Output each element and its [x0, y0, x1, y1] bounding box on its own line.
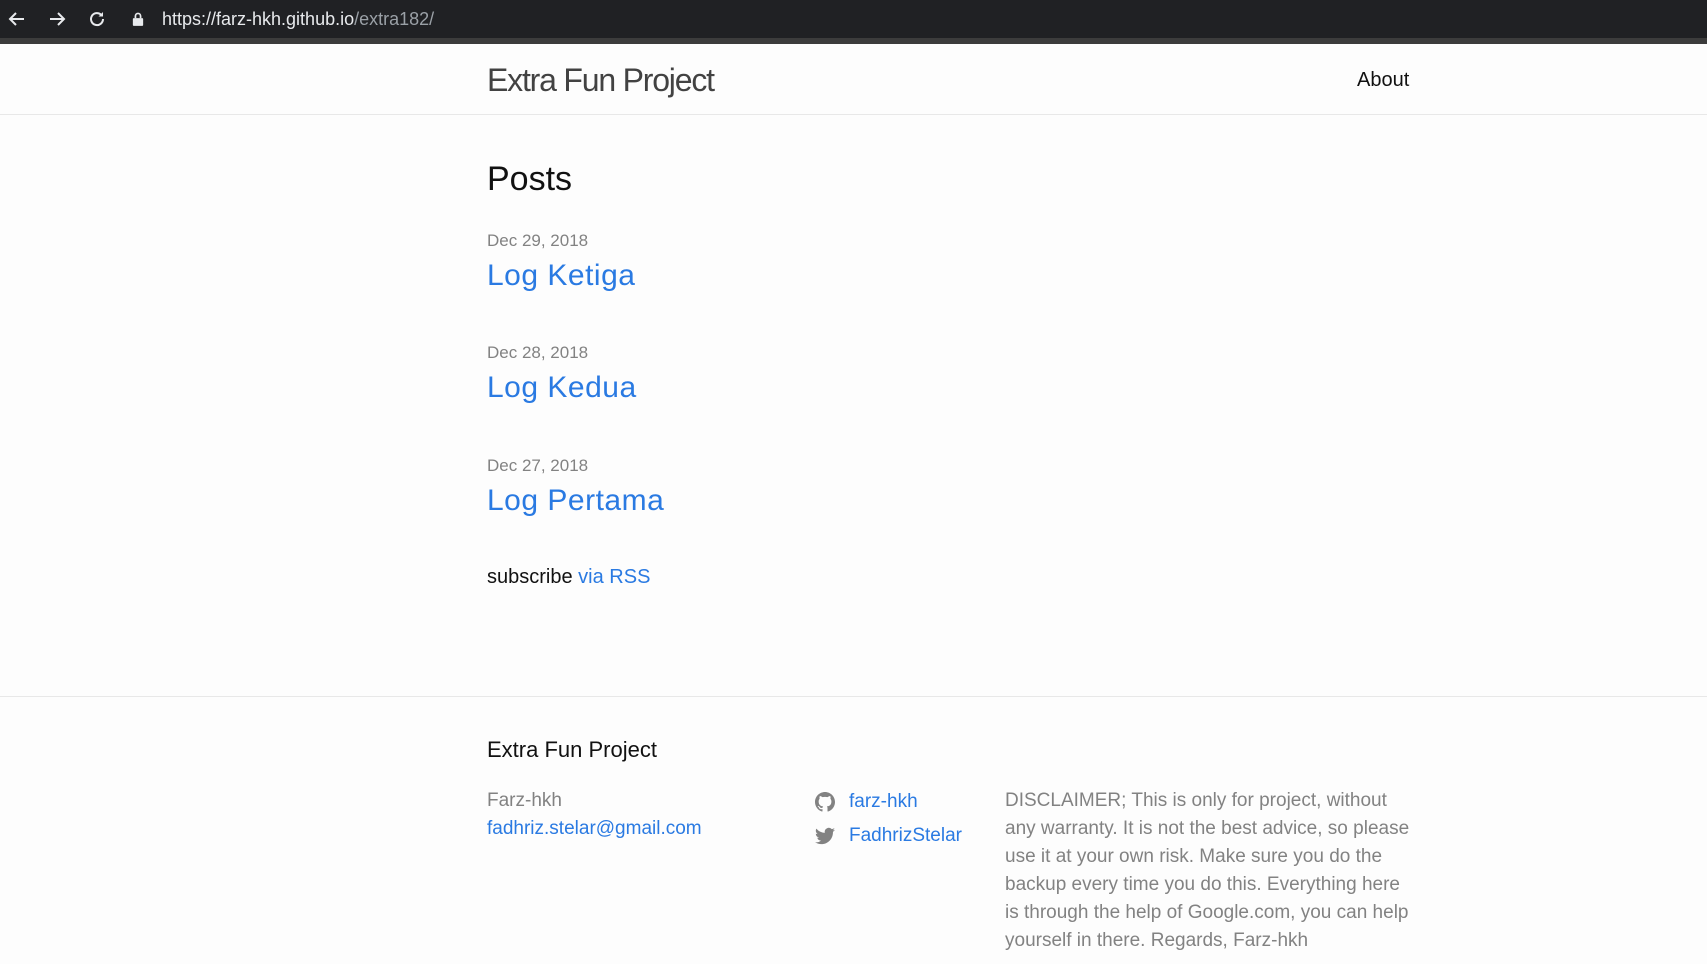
site-footer: Extra Fun Project Farz-hkh fadhriz.stela…: [0, 696, 1707, 964]
address-bar[interactable]: https://farz-hkh.github.io/extra182/: [132, 2, 1692, 36]
post-date: Dec 29, 2018: [487, 231, 589, 250]
reload-icon: [90, 12, 105, 27]
back-button[interactable]: [2, 4, 32, 34]
footer-heading: Extra Fun Project: [487, 737, 657, 762]
post-date: Dec 27, 2018: [487, 456, 589, 475]
lock-icon: [132, 11, 146, 27]
github-row: farz-hkh: [815, 785, 962, 819]
url-host: https://farz-hkh.github.io: [162, 8, 355, 29]
post-link[interactable]: Log Pertama: [487, 484, 664, 518]
github-link[interactable]: farz-hkh: [849, 788, 918, 816]
url-path: /extra182/: [354, 8, 435, 29]
subscribe-text: subscribe: [487, 566, 573, 588]
reload-button[interactable]: [82, 4, 112, 34]
forward-button[interactable]: [42, 4, 72, 34]
twitter-row: FadhrizStelar: [815, 819, 962, 853]
site-header: Extra Fun Project About: [0, 44, 1707, 115]
subscribe-line: subscribe via RSS: [487, 566, 650, 589]
footer-social: farz-hkh FadhrizStelar: [815, 785, 962, 853]
twitter-icon: [815, 827, 835, 845]
post-link[interactable]: Log Ketiga: [487, 259, 635, 293]
rss-link[interactable]: via RSS: [578, 566, 650, 588]
site-title-link[interactable]: Extra Fun Project: [487, 62, 715, 99]
nav-about-link[interactable]: About: [1357, 69, 1409, 92]
github-icon: [815, 792, 835, 812]
footer-disclaimer: DISCLAIMER; This is only for project, wi…: [1005, 790, 1410, 951]
footer-email-link[interactable]: fadhriz.stelar@gmail.com: [487, 818, 702, 839]
twitter-link[interactable]: FadhrizStelar: [849, 822, 962, 850]
url-text[interactable]: https://farz-hkh.github.io/extra182/: [162, 9, 434, 30]
footer-contact: Farz-hkh fadhriz.stelar@gmail.com: [487, 787, 702, 843]
post-date: Dec 28, 2018: [487, 343, 589, 362]
post-link[interactable]: Log Kedua: [487, 371, 637, 405]
footer-author: Farz-hkh: [487, 790, 562, 811]
page-heading: Posts: [487, 160, 573, 198]
back-arrow-icon: [8, 12, 24, 26]
browser-toolbar: https://farz-hkh.github.io/extra182/: [0, 0, 1707, 44]
forward-arrow-icon: [50, 12, 66, 26]
